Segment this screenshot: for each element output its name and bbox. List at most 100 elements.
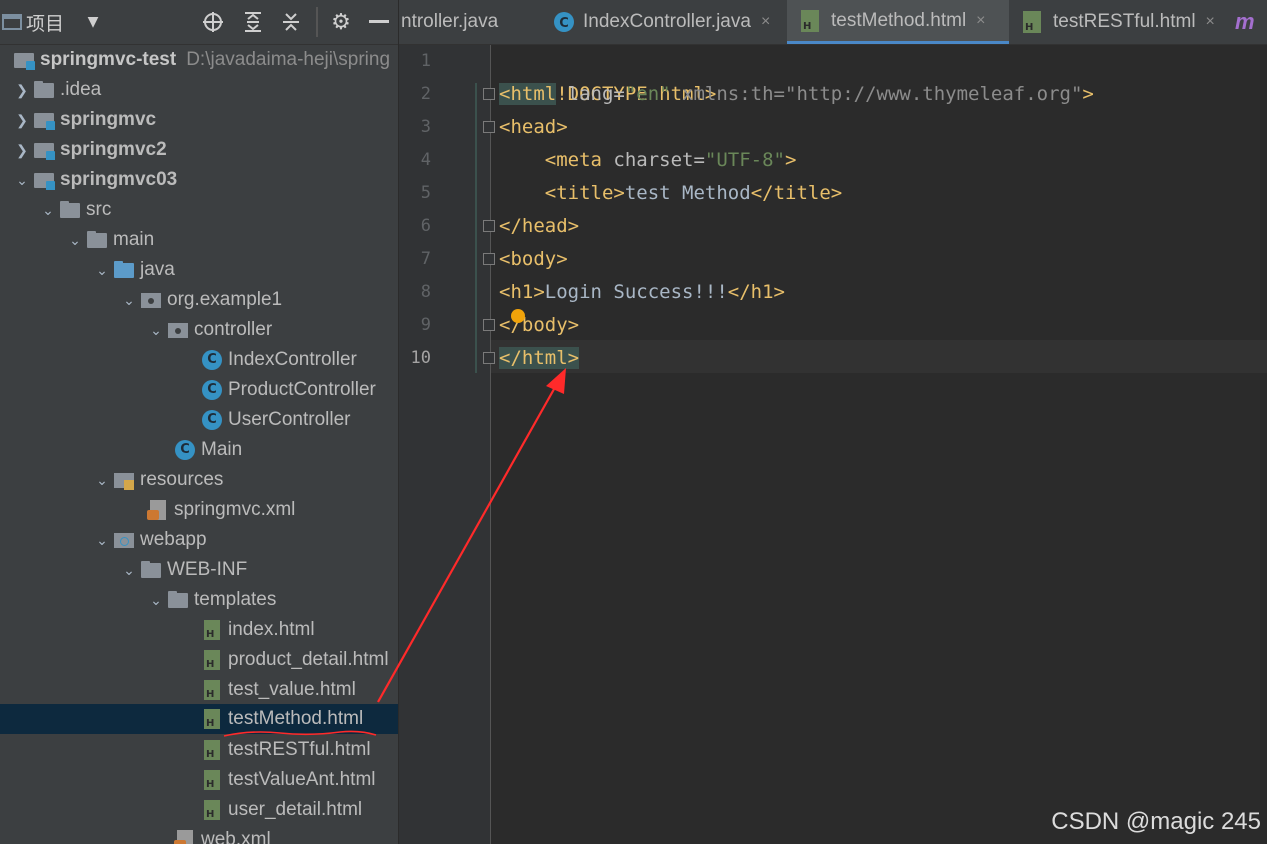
code-line-2: <html lang="en" xmlns:th="http://www.thy… bbox=[499, 78, 1094, 111]
source-folder-icon bbox=[112, 259, 136, 281]
tab-test-restful-html[interactable]: H testRESTful.html × bbox=[1011, 0, 1233, 44]
project-view-icon[interactable] bbox=[0, 0, 24, 44]
tree-item-springmvc03[interactable]: ⌄ springmvc03 bbox=[0, 165, 398, 195]
chevron-right-icon[interactable]: ❯ bbox=[12, 112, 32, 129]
close-icon[interactable]: × bbox=[761, 13, 770, 31]
tree-item-controller[interactable]: ⌄ controller bbox=[0, 315, 398, 345]
tree-item-main-class[interactable]: Main bbox=[0, 435, 398, 465]
line-number: 1 bbox=[420, 51, 431, 71]
code-tag: <head> bbox=[499, 116, 568, 138]
maven-icon[interactable]: m bbox=[1235, 0, 1267, 44]
code-attr: lang= bbox=[556, 83, 625, 105]
code-tag: </head> bbox=[499, 215, 580, 237]
tab-controller-java[interactable]: ntroller.java bbox=[399, 0, 541, 44]
fold-marker-icon[interactable] bbox=[483, 319, 495, 331]
close-icon[interactable]: × bbox=[976, 12, 985, 30]
watermark: CSDN @magic 245 bbox=[1051, 808, 1261, 835]
code-line-6: </head> bbox=[499, 210, 579, 243]
red-underline-annotation bbox=[223, 730, 377, 737]
tree-item-src[interactable]: ⌄ src bbox=[0, 195, 398, 225]
root-project-name: springmvc-test bbox=[40, 49, 177, 70]
tree-item-java[interactable]: ⌄ java bbox=[0, 255, 398, 285]
tree-item-label: .idea bbox=[60, 79, 102, 100]
chevron-down-icon[interactable]: ▼ bbox=[82, 0, 104, 44]
html-file-icon bbox=[200, 619, 224, 641]
tab-label: IndexController.java bbox=[583, 11, 751, 32]
tree-item-web-inf[interactable]: ⌄ WEB-INF bbox=[0, 555, 398, 585]
tree-item-web-xml[interactable]: web.xml bbox=[0, 825, 398, 844]
line-number: 5 bbox=[420, 183, 431, 203]
close-icon[interactable]: × bbox=[1206, 13, 1215, 31]
project-view-label[interactable]: 项目 bbox=[26, 0, 72, 44]
locate-icon[interactable] bbox=[200, 0, 226, 44]
minimize-icon[interactable] bbox=[366, 0, 392, 44]
fold-marker-icon[interactable] bbox=[483, 88, 495, 100]
tree-item-label: testRESTful.html bbox=[228, 739, 371, 760]
folder-icon bbox=[85, 229, 109, 251]
tab-label: testRESTful.html bbox=[1053, 11, 1196, 32]
tree-item-label: templates bbox=[194, 589, 277, 610]
gear-icon[interactable]: ⚙ bbox=[328, 0, 354, 44]
svg-text:H: H bbox=[1025, 22, 1033, 33]
tree-item-label: user_detail.html bbox=[228, 799, 363, 820]
chevron-down-icon[interactable]: ⌄ bbox=[146, 592, 166, 609]
tree-item-springmvc[interactable]: ❯ springmvc bbox=[0, 105, 398, 135]
tree-item-test-value-html[interactable]: test_value.html bbox=[0, 675, 398, 705]
html-file-icon bbox=[200, 679, 224, 701]
tree-item-label: springmvc bbox=[60, 109, 157, 130]
lightbulb-icon[interactable] bbox=[511, 309, 525, 323]
line-number: 3 bbox=[420, 117, 431, 137]
tree-item-springmvc-xml[interactable]: springmvc.xml bbox=[0, 495, 398, 525]
chevron-down-icon[interactable]: ⌄ bbox=[65, 232, 85, 249]
tree-item-label: index.html bbox=[228, 619, 315, 640]
tree-item-index-controller[interactable]: IndexController bbox=[0, 345, 398, 375]
tree-item-test-value-ant-html[interactable]: testValueAnt.html bbox=[0, 765, 398, 795]
chevron-down-icon[interactable]: ⌄ bbox=[119, 562, 139, 579]
code-tag: <meta bbox=[499, 149, 602, 171]
expand-all-icon[interactable] bbox=[240, 0, 266, 44]
chevron-down-icon[interactable]: ⌄ bbox=[92, 532, 112, 549]
module-folder-icon bbox=[32, 169, 56, 191]
tab-index-controller-java[interactable]: C IndexController.java × bbox=[541, 0, 797, 44]
xml-file-icon bbox=[173, 829, 197, 844]
html-file-icon bbox=[200, 739, 224, 761]
web-folder-icon bbox=[112, 529, 136, 551]
fold-marker-icon[interactable] bbox=[483, 253, 495, 265]
fold-marker-icon[interactable] bbox=[483, 121, 495, 133]
chevron-down-icon[interactable]: ⌄ bbox=[146, 322, 166, 339]
tree-item-idea[interactable]: ❯ .idea bbox=[0, 75, 398, 105]
chevron-down-icon[interactable]: ⌄ bbox=[38, 202, 58, 219]
html-file-icon bbox=[200, 769, 224, 791]
tab-test-method-html[interactable]: H testMethod.html × bbox=[787, 0, 1009, 44]
code-text: test Method bbox=[624, 182, 751, 204]
collapse-all-icon[interactable] bbox=[278, 0, 304, 44]
tree-item-label: springmvc03 bbox=[60, 169, 178, 190]
tree-item-webapp[interactable]: ⌄ webapp bbox=[0, 525, 398, 555]
tree-item-index-html[interactable]: index.html bbox=[0, 615, 398, 645]
tree-item-org-example1[interactable]: ⌄ org.example1 bbox=[0, 285, 398, 315]
tree-root[interactable]: springmvc-test D:\javadaima-heji\spring bbox=[0, 45, 398, 75]
code-tag: </h1> bbox=[727, 281, 785, 303]
chevron-down-icon[interactable]: ⌄ bbox=[12, 172, 32, 189]
chevron-down-icon[interactable]: ⌄ bbox=[119, 292, 139, 309]
chevron-right-icon[interactable]: ❯ bbox=[12, 82, 32, 99]
chevron-right-icon[interactable]: ❯ bbox=[12, 142, 32, 159]
module-folder-icon bbox=[32, 109, 56, 131]
tree-item-product-controller[interactable]: ProductController bbox=[0, 375, 398, 405]
tree-item-label: resources bbox=[140, 469, 224, 490]
tree-item-user-controller[interactable]: UserController bbox=[0, 405, 398, 435]
code-attr: charset= bbox=[601, 149, 705, 171]
tree-item-product-detail-html[interactable]: product_detail.html bbox=[0, 645, 398, 675]
tree-item-user-detail-html[interactable]: user_detail.html bbox=[0, 795, 398, 825]
tree-item-main[interactable]: ⌄ main bbox=[0, 225, 398, 255]
chevron-down-icon[interactable]: ⌄ bbox=[92, 262, 112, 279]
fold-marker-icon[interactable] bbox=[483, 220, 495, 232]
tree-item-label: testValueAnt.html bbox=[228, 769, 376, 790]
html-file-icon bbox=[200, 649, 224, 671]
tree-item-springmvc2[interactable]: ❯ springmvc2 bbox=[0, 135, 398, 165]
line-number: 2 bbox=[420, 84, 431, 104]
chevron-down-icon[interactable]: ⌄ bbox=[92, 472, 112, 489]
tree-item-resources[interactable]: ⌄ resources bbox=[0, 465, 398, 495]
tree-item-templates[interactable]: ⌄ templates bbox=[0, 585, 398, 615]
java-class-icon: C bbox=[553, 11, 575, 33]
